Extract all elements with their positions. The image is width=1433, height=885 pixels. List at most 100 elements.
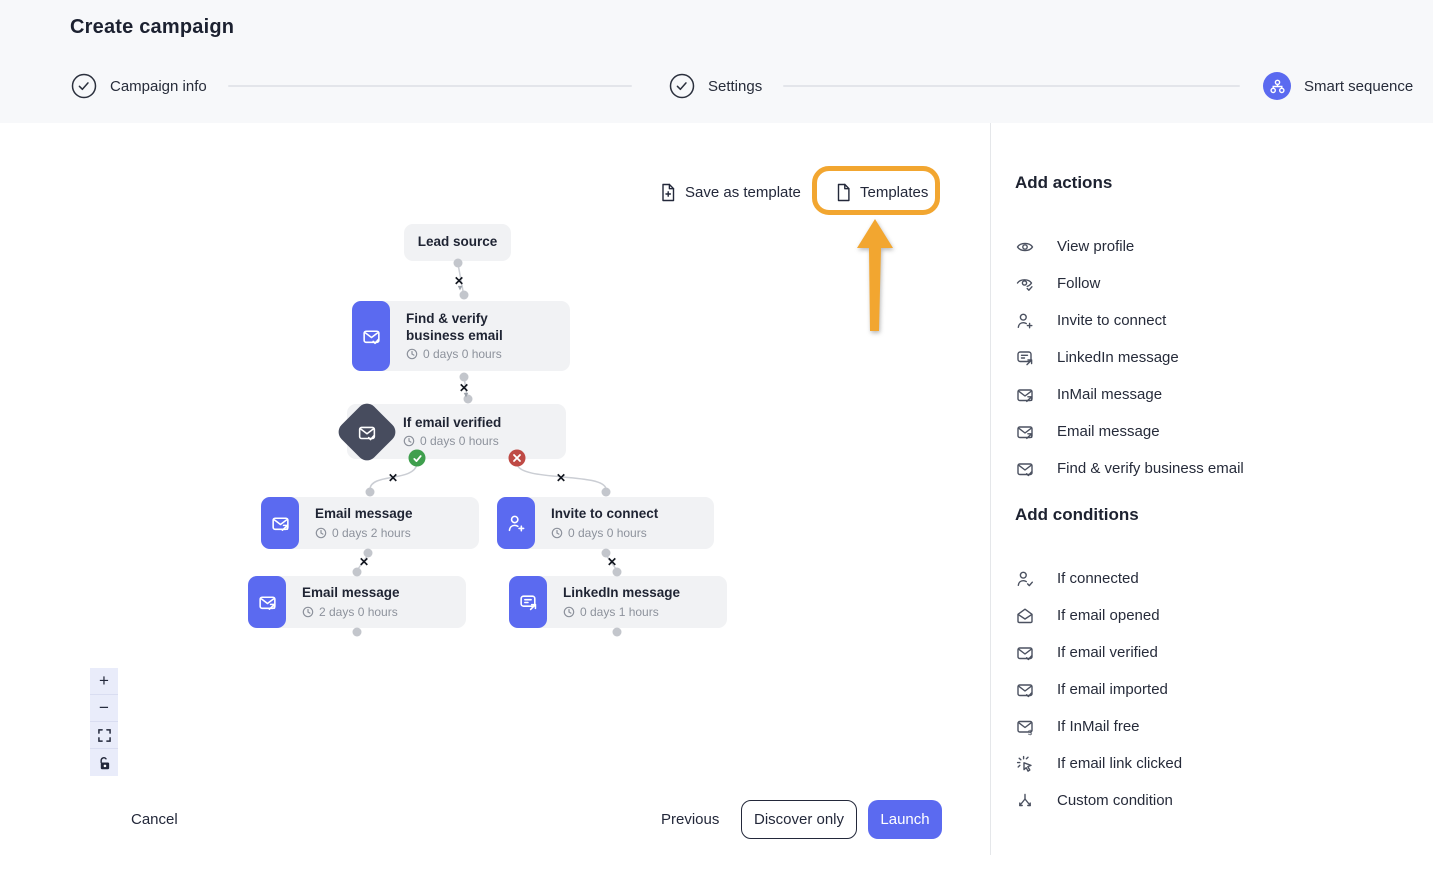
branch-icon <box>1015 791 1035 811</box>
discover-only-button[interactable]: Discover only <box>741 800 857 839</box>
action-invite-to-connect[interactable]: Invite to connect <box>1015 302 1433 339</box>
condition-label: If connected <box>1057 570 1139 587</box>
action-find-verify-business-email[interactable]: Find & verify business email <box>1015 450 1433 487</box>
mail-check-icon <box>1015 680 1035 700</box>
stepper-line <box>228 85 632 87</box>
condition-label: If email verified <box>1057 644 1158 661</box>
person-check-icon <box>1015 569 1035 589</box>
connection-handle <box>454 259 463 268</box>
node-email-message-2[interactable]: Email message 2 days 0 hours <box>248 576 466 628</box>
stepper-step-settings[interactable]: Settings <box>669 72 762 100</box>
connection-handle <box>353 628 362 637</box>
mail-dollar-icon: $ <box>1015 717 1035 737</box>
node-duration: 0 days 0 hours <box>420 434 499 448</box>
person-plus-icon <box>497 497 535 549</box>
lock-button[interactable] <box>90 749 118 776</box>
zoom-out-button[interactable]: − <box>90 695 118 722</box>
condition-label: If email imported <box>1057 681 1168 698</box>
node-lead-source[interactable]: Lead source <box>404 224 511 261</box>
document-icon <box>836 183 851 202</box>
mail-arrow-icon <box>248 576 286 628</box>
condition-if-email-link-clicked[interactable]: If email link clicked <box>1015 745 1433 782</box>
action-label: InMail message <box>1057 386 1162 403</box>
clock-icon <box>302 606 314 618</box>
chat-arrow-icon <box>1015 348 1035 368</box>
save-as-template-button[interactable]: Save as template <box>660 181 801 203</box>
connection-handle <box>602 488 611 497</box>
remove-edge-icon[interactable]: ✕ <box>359 556 369 568</box>
page-title: Create campaign <box>70 16 234 39</box>
edge-arrow-icon: ▾ <box>464 391 469 400</box>
check-circle-icon <box>669 73 695 99</box>
node-email-message-1[interactable]: Email message 0 days 2 hours <box>261 497 479 549</box>
action-label: LinkedIn message <box>1057 349 1179 366</box>
remove-edge-icon[interactable]: ✕ <box>556 472 566 484</box>
save-as-template-label: Save as template <box>685 184 801 201</box>
action-label: Find & verify business email <box>1057 460 1244 477</box>
cursor-click-icon <box>1015 754 1035 774</box>
mail-open-icon <box>1015 606 1035 626</box>
action-follow[interactable]: Follow <box>1015 265 1433 302</box>
stepper-step-smart-sequence[interactable]: Smart sequence <box>1263 72 1413 100</box>
node-find-verify-business-email[interactable]: Find & verify business email 0 days 0 ho… <box>352 301 570 371</box>
previous-button[interactable]: Previous <box>661 811 719 828</box>
remove-edge-icon[interactable]: ✕ <box>607 556 617 568</box>
condition-label: Custom condition <box>1057 792 1173 809</box>
templates-highlight-arrow-icon <box>856 219 894 331</box>
clock-icon <box>406 348 418 360</box>
actions-list: View profile Follow Invite to connect Li… <box>1015 228 1433 487</box>
node-duration: 0 days 0 hours <box>423 347 502 361</box>
condition-label: If email opened <box>1057 607 1160 624</box>
cancel-button[interactable]: Cancel <box>131 811 178 828</box>
branch-no-badge <box>509 450 526 467</box>
step-label: Campaign info <box>110 78 207 95</box>
fit-view-button[interactable] <box>90 722 118 749</box>
launch-button[interactable]: Launch <box>868 800 942 839</box>
clock-icon <box>403 435 415 447</box>
stepper-step-campaign-info[interactable]: Campaign info <box>71 72 207 100</box>
condition-if-email-imported[interactable]: If email imported <box>1015 671 1433 708</box>
condition-if-inmail-free[interactable]: $ If InMail free <box>1015 708 1433 745</box>
action-view-profile[interactable]: View profile <box>1015 228 1433 265</box>
node-duration: 0 days 0 hours <box>568 526 647 540</box>
condition-custom-condition[interactable]: Custom condition <box>1015 782 1433 819</box>
conditions-list: If connected If email opened If email ve… <box>1015 560 1433 819</box>
branch-yes-badge <box>409 450 426 467</box>
step-label: Settings <box>708 78 762 95</box>
condition-if-email-verified[interactable]: If email verified <box>1015 634 1433 671</box>
node-title: If email verified <box>403 415 566 432</box>
node-invite-to-connect[interactable]: Invite to connect 0 days 0 hours <box>497 497 714 549</box>
condition-if-connected[interactable]: If connected <box>1015 560 1433 597</box>
chat-arrow-icon <box>509 576 547 628</box>
page-header: Create campaign Campaign info Settings S… <box>0 0 1433 123</box>
zoom-in-button[interactable]: + <box>90 668 118 695</box>
condition-label: If email link clicked <box>1057 755 1182 772</box>
mail-arrow-icon <box>1015 422 1035 442</box>
node-title: Find & verify business email <box>406 311 518 345</box>
person-plus-icon <box>1015 311 1035 331</box>
node-linkedin-message[interactable]: LinkedIn message 0 days 1 hours <box>509 576 727 628</box>
mail-arrow-icon <box>1015 385 1035 405</box>
sequence-canvas[interactable]: Save as template Templates Lead source <box>0 123 990 885</box>
condition-if-email-opened[interactable]: If email opened <box>1015 597 1433 634</box>
mail-check-icon <box>357 422 378 443</box>
clock-icon <box>563 606 575 618</box>
check-circle-icon <box>71 73 97 99</box>
edge-arrow-icon: ▾ <box>458 284 463 293</box>
action-label: View profile <box>1057 238 1134 255</box>
node-title: Email message <box>315 506 413 523</box>
eye-icon <box>1015 237 1035 257</box>
node-title: Lead source <box>418 234 498 251</box>
action-label: Follow <box>1057 275 1100 292</box>
action-inmail-message[interactable]: InMail message <box>1015 376 1433 413</box>
document-plus-icon <box>660 183 676 202</box>
add-actions-title: Add actions <box>1015 173 1433 193</box>
eye-check-icon <box>1015 274 1035 294</box>
action-label: Invite to connect <box>1057 312 1166 329</box>
templates-button[interactable]: Templates <box>836 181 928 203</box>
node-duration: 2 days 0 hours <box>319 605 398 619</box>
mail-check-icon <box>1015 643 1035 663</box>
remove-edge-icon[interactable]: ✕ <box>388 472 398 484</box>
action-email-message[interactable]: Email message <box>1015 413 1433 450</box>
action-linkedin-message[interactable]: LinkedIn message <box>1015 339 1433 376</box>
